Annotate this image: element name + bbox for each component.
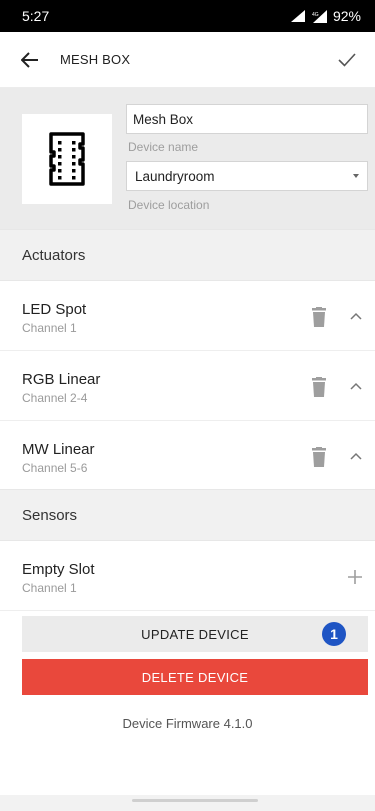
sensor-title: Empty Slot <box>22 561 95 578</box>
update-device-button[interactable]: UPDATE DEVICE <box>22 616 368 652</box>
device-details-panel: Mesh Box Device name Laundryroom Device … <box>0 88 375 229</box>
cell-signal-icon: 4G <box>312 9 327 23</box>
confirm-button[interactable] <box>319 32 375 88</box>
delete-device-button[interactable]: DELETE DEVICE <box>22 659 368 695</box>
chevron-down-icon <box>353 174 359 178</box>
actuator-row[interactable]: RGB Linear Channel 2-4 <box>0 351 375 421</box>
device-location-select[interactable]: Laundryroom <box>126 161 368 191</box>
actuator-title: RGB Linear <box>22 371 101 388</box>
sensor-row[interactable]: Empty Slot Channel 1 <box>0 541 375 611</box>
actuator-channel: Channel 1 <box>22 321 77 335</box>
back-button[interactable] <box>0 32 60 88</box>
wifi-signal-icon <box>290 10 305 22</box>
status-bar: 5:27 4G 92% <box>0 0 375 32</box>
actuator-title: MW Linear <box>22 441 95 458</box>
actuator-row[interactable]: LED Spot Channel 1 <box>0 281 375 351</box>
trash-icon[interactable] <box>310 377 328 397</box>
battery-level: 92% <box>332 8 361 24</box>
trash-icon[interactable] <box>310 447 328 467</box>
chevron-up-icon[interactable] <box>348 310 364 322</box>
chevron-up-icon[interactable] <box>348 450 364 462</box>
device-name-input[interactable]: Mesh Box <box>126 104 368 134</box>
network-type: 4G <box>312 12 319 18</box>
sensor-channel: Channel 1 <box>22 581 77 595</box>
plus-icon[interactable] <box>346 568 364 586</box>
trash-icon[interactable] <box>310 307 328 327</box>
status-time: 5:27 <box>22 8 50 24</box>
status-icons: 4G 92% <box>290 8 361 24</box>
app-bar: MESH BOX <box>0 32 375 88</box>
actuator-title: LED Spot <box>22 301 87 318</box>
actuator-row[interactable]: MW Linear Channel 5-6 <box>0 421 375 491</box>
actuators-section-header: Actuators <box>0 229 375 281</box>
actuator-channel: Channel 5-6 <box>22 461 88 475</box>
device-location-label: Device location <box>128 198 210 212</box>
device-name-label: Device name <box>128 140 199 154</box>
arrow-left-icon <box>21 51 38 68</box>
update-count-badge: 1 <box>322 622 346 646</box>
device-image <box>22 114 112 204</box>
chevron-up-icon[interactable] <box>348 380 364 392</box>
sensors-section-header: Sensors <box>0 489 375 541</box>
check-icon <box>338 52 356 67</box>
device-location-value: Laundryroom <box>135 168 215 184</box>
mesh-box-device-icon <box>49 132 85 186</box>
home-indicator[interactable] <box>132 799 258 802</box>
actuator-channel: Channel 2-4 <box>22 391 88 405</box>
system-nav-bar <box>0 795 375 811</box>
page-title: MESH BOX <box>60 52 131 67</box>
firmware-version: Device Firmware 4.1.0 <box>122 716 253 731</box>
